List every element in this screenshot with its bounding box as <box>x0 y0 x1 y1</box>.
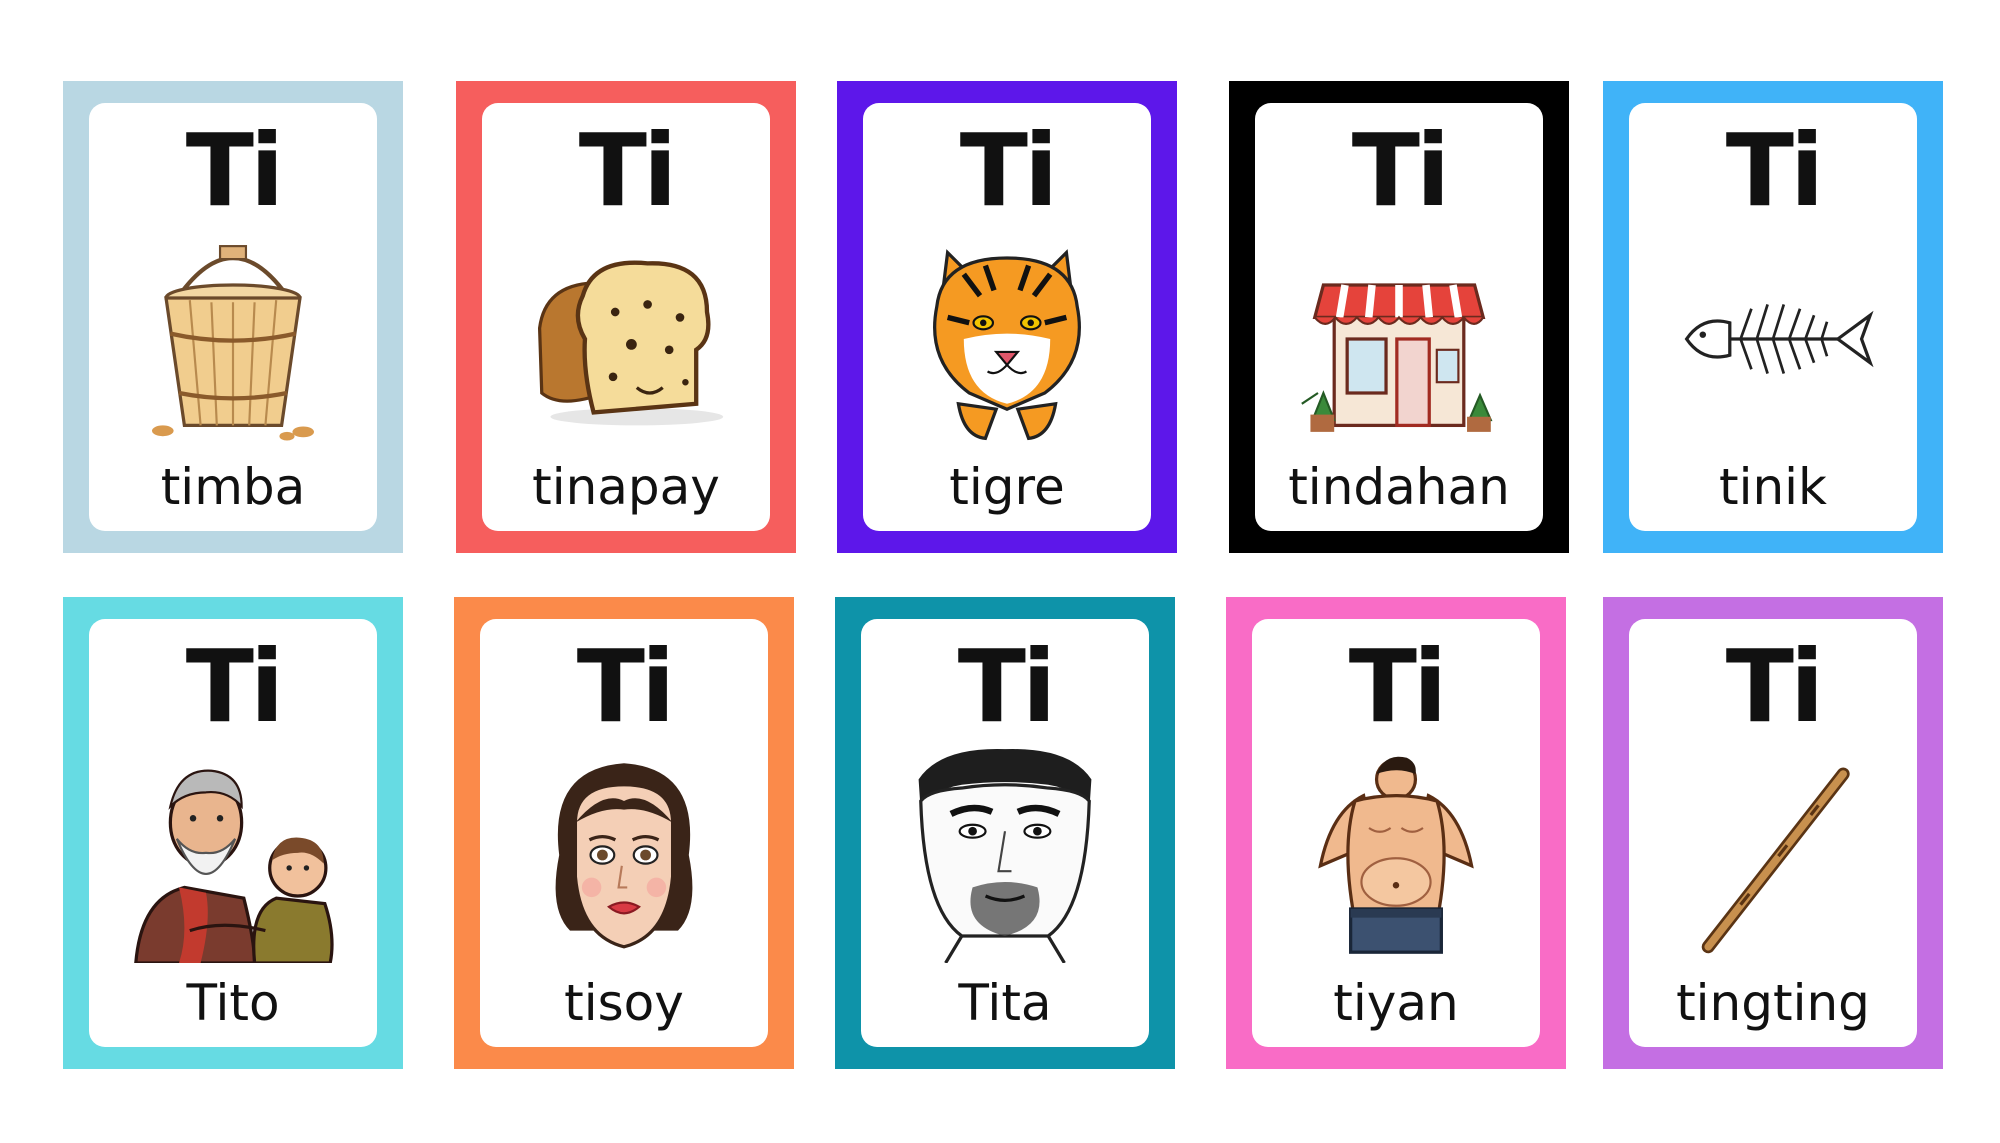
syllable-label: Ti <box>576 628 676 745</box>
card-face: Ti tinapay <box>482 103 770 531</box>
syllable-label: Ti <box>1725 112 1825 229</box>
card-face: Ti tigre <box>863 103 1151 531</box>
flashcard-tito: Ti Tito <box>63 597 403 1069</box>
syllable-label: Ti <box>1725 628 1825 745</box>
card-face: Ti tiyan <box>1252 619 1540 1047</box>
flashcard-tinapay: Ti tinapay <box>456 81 796 553</box>
card-face: Ti timba <box>89 103 377 531</box>
syllable-label: Ti <box>957 628 1057 745</box>
store-icon <box>1265 231 1533 447</box>
word-label: tinik <box>1718 458 1828 516</box>
card-face: Ti tisoy <box>480 619 768 1047</box>
tiger-icon <box>873 231 1141 447</box>
woman-face-icon <box>490 747 758 963</box>
flashcard-tigre: Ti tigre <box>837 81 1177 553</box>
syllable-label: Ti <box>185 112 285 229</box>
word-label: tinapay <box>532 458 720 516</box>
word-label: timba <box>160 458 306 516</box>
bucket-icon <box>99 231 367 447</box>
syllable-label: Ti <box>959 112 1059 229</box>
word-label: tindahan <box>1288 458 1510 516</box>
syllable-label: Ti <box>185 628 285 745</box>
word-label: Tita <box>958 974 1052 1032</box>
card-face: Ti tingting <box>1629 619 1917 1047</box>
uncle-icon <box>99 747 367 963</box>
flashcard-tindahan: Ti tindahan <box>1229 81 1569 553</box>
word-label: tingting <box>1676 974 1870 1032</box>
flashcard-tingting: Ti tingting <box>1603 597 1943 1069</box>
word-label: tigre <box>949 458 1065 516</box>
fishbone-icon <box>1639 231 1907 447</box>
card-face: Ti tindahan <box>1255 103 1543 531</box>
belly-icon <box>1262 747 1530 963</box>
word-label: tisoy <box>564 974 684 1032</box>
man-face-icon <box>871 747 1139 963</box>
syllable-label: Ti <box>578 112 678 229</box>
word-label: tiyan <box>1333 974 1459 1032</box>
card-face: Ti Tita <box>861 619 1149 1047</box>
syllable-label: Ti <box>1351 112 1451 229</box>
bread-icon <box>492 231 760 447</box>
card-face: Ti tinik <box>1629 103 1917 531</box>
syllable-label: Ti <box>1348 628 1448 745</box>
flashcard-tinik: Ti tinik <box>1603 81 1943 553</box>
stick-icon <box>1639 747 1907 963</box>
flashcard-timba: Ti timba <box>63 81 403 553</box>
word-label: Tito <box>186 974 280 1032</box>
flashcard-tiyan: Ti tiyan <box>1226 597 1566 1069</box>
card-face: Ti Tito <box>89 619 377 1047</box>
flashcard-tita: Ti Tita <box>835 597 1175 1069</box>
flashcard-tisoy: Ti tisoy <box>454 597 794 1069</box>
